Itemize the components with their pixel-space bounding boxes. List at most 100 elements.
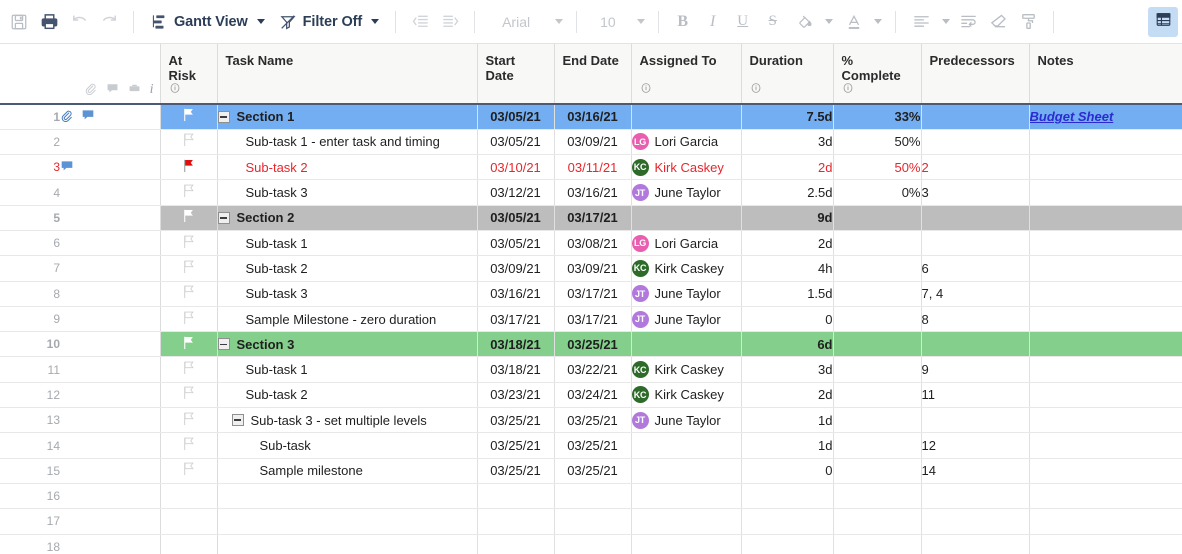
at-risk-cell[interactable] xyxy=(160,534,217,554)
table-row[interactable]: 9Sample Milestone - zero duration03/17/2… xyxy=(0,306,1182,331)
assigned-to-cell[interactable] xyxy=(631,509,741,534)
predecessors-cell[interactable]: 11 xyxy=(921,382,1029,407)
notes-cell[interactable] xyxy=(1029,180,1182,205)
assigned-to-cell[interactable] xyxy=(631,205,741,230)
percent-complete-cell[interactable] xyxy=(833,534,921,554)
duration-cell[interactable] xyxy=(741,483,833,508)
predecessors-cell[interactable]: 7, 4 xyxy=(921,281,1029,306)
duration-cell[interactable]: 1d xyxy=(741,408,833,433)
task-name-cell[interactable]: Sub-task 1 xyxy=(217,357,477,382)
percent-complete-cell[interactable] xyxy=(833,332,921,357)
chevron-down-icon[interactable] xyxy=(371,19,379,24)
at-risk-cell[interactable] xyxy=(160,483,217,508)
task-name-cell[interactable]: Sub-task 3 xyxy=(217,180,477,205)
end-date-cell[interactable]: 03/25/21 xyxy=(554,332,631,357)
at-risk-cell[interactable] xyxy=(160,281,217,306)
predecessors-cell[interactable] xyxy=(921,129,1029,154)
at-risk-cell[interactable] xyxy=(160,104,217,129)
end-date-cell[interactable]: 03/08/21 xyxy=(554,230,631,255)
strikethrough-button[interactable]: S xyxy=(758,7,788,37)
task-name-cell[interactable]: Section 3 xyxy=(217,332,477,357)
at-risk-cell[interactable] xyxy=(160,205,217,230)
task-name-cell[interactable]: Sub-task 3 xyxy=(217,281,477,306)
chevron-down-icon[interactable] xyxy=(257,19,265,24)
assigned-to-cell[interactable]: JTJune Taylor xyxy=(631,306,741,331)
task-name-cell[interactable]: Sub-task xyxy=(217,433,477,458)
table-row[interactable]: 10Section 303/18/2103/25/216d xyxy=(0,332,1182,357)
row-indicator-cell[interactable] xyxy=(60,382,160,407)
table-row[interactable]: 2Sub-task 1 - enter task and timing03/05… xyxy=(0,129,1182,154)
wrap-text-button[interactable] xyxy=(954,7,984,37)
notes-cell[interactable] xyxy=(1029,382,1182,407)
undo-button[interactable] xyxy=(64,7,94,37)
chevron-down-icon[interactable] xyxy=(555,19,563,24)
at-risk-cell[interactable] xyxy=(160,332,217,357)
comment-icon[interactable] xyxy=(60,159,74,176)
notes-cell[interactable] xyxy=(1029,129,1182,154)
notes-link[interactable]: Budget Sheet xyxy=(1030,109,1114,124)
end-date-cell[interactable]: 03/17/21 xyxy=(554,205,631,230)
at-risk-cell[interactable] xyxy=(160,155,217,180)
col-header-predecessors[interactable]: Predecessors xyxy=(921,44,1029,104)
indent-button[interactable] xyxy=(435,7,465,37)
start-date-cell[interactable]: 03/12/21 xyxy=(477,180,554,205)
notes-cell[interactable] xyxy=(1029,256,1182,281)
duration-cell[interactable]: 2d xyxy=(741,155,833,180)
filter-button[interactable]: Filter Off xyxy=(272,7,386,37)
table-row[interactable]: 3Sub-task 203/10/2103/11/21KCKirk Caskey… xyxy=(0,155,1182,180)
duration-cell[interactable]: 1d xyxy=(741,433,833,458)
start-date-cell[interactable]: 03/25/21 xyxy=(477,433,554,458)
start-date-cell[interactable]: 03/10/21 xyxy=(477,155,554,180)
duration-cell[interactable]: 3d xyxy=(741,129,833,154)
start-date-cell[interactable]: 03/16/21 xyxy=(477,281,554,306)
align-dropdown[interactable] xyxy=(935,7,954,37)
row-number[interactable]: 9 xyxy=(0,306,60,331)
predecessors-cell[interactable] xyxy=(921,408,1029,433)
row-indicator-cell[interactable] xyxy=(60,458,160,483)
duration-cell[interactable]: 2d xyxy=(741,230,833,255)
notes-cell[interactable] xyxy=(1029,205,1182,230)
comment-icon[interactable] xyxy=(106,82,119,98)
comment-icon[interactable] xyxy=(81,108,95,125)
predecessors-cell[interactable]: 9 xyxy=(921,357,1029,382)
percent-complete-cell[interactable] xyxy=(833,483,921,508)
col-header-at-risk[interactable]: At Risk xyxy=(160,44,217,104)
percent-complete-cell[interactable] xyxy=(833,205,921,230)
row-indicator-cell[interactable] xyxy=(60,155,160,180)
proof-icon[interactable] xyxy=(128,82,141,98)
duration-cell[interactable]: 9d xyxy=(741,205,833,230)
end-date-cell[interactable] xyxy=(554,534,631,554)
row-number[interactable]: 1 xyxy=(0,104,60,129)
end-date-cell[interactable]: 03/09/21 xyxy=(554,129,631,154)
table-row[interactable]: 17 xyxy=(0,509,1182,534)
assigned-to-cell[interactable]: KCKirk Caskey xyxy=(631,382,741,407)
row-indicator-cell[interactable] xyxy=(60,433,160,458)
task-name-cell[interactable]: Section 2 xyxy=(217,205,477,230)
info-icon[interactable]: i xyxy=(150,82,154,98)
percent-complete-cell[interactable]: 0% xyxy=(833,180,921,205)
start-date-cell[interactable]: 03/05/21 xyxy=(477,104,554,129)
info-icon[interactable] xyxy=(750,82,762,97)
font-family-select[interactable]: Arial xyxy=(484,8,567,36)
row-number[interactable]: 16 xyxy=(0,483,60,508)
predecessors-cell[interactable]: 6 xyxy=(921,256,1029,281)
row-indicator-cell[interactable] xyxy=(60,483,160,508)
end-date-cell[interactable]: 03/22/21 xyxy=(554,357,631,382)
task-name-cell[interactable] xyxy=(217,483,477,508)
predecessors-cell[interactable]: 8 xyxy=(921,306,1029,331)
table-row[interactable]: 4Sub-task 303/12/2103/16/21JTJune Taylor… xyxy=(0,180,1182,205)
at-risk-cell[interactable] xyxy=(160,306,217,331)
at-risk-cell[interactable] xyxy=(160,129,217,154)
row-number[interactable]: 10 xyxy=(0,332,60,357)
row-indicator-cell[interactable] xyxy=(60,104,160,129)
notes-cell[interactable] xyxy=(1029,483,1182,508)
col-header-pct-complete[interactable]: % Complete xyxy=(833,44,921,104)
notes-cell[interactable] xyxy=(1029,281,1182,306)
table-row[interactable]: 7Sub-task 203/09/2103/09/21KCKirk Caskey… xyxy=(0,256,1182,281)
notes-cell[interactable] xyxy=(1029,408,1182,433)
task-name-cell[interactable]: Sub-task 1 xyxy=(217,230,477,255)
chevron-down-icon[interactable] xyxy=(825,19,833,24)
row-number[interactable]: 7 xyxy=(0,256,60,281)
col-header-notes[interactable]: Notes xyxy=(1029,44,1182,104)
at-risk-cell[interactable] xyxy=(160,357,217,382)
